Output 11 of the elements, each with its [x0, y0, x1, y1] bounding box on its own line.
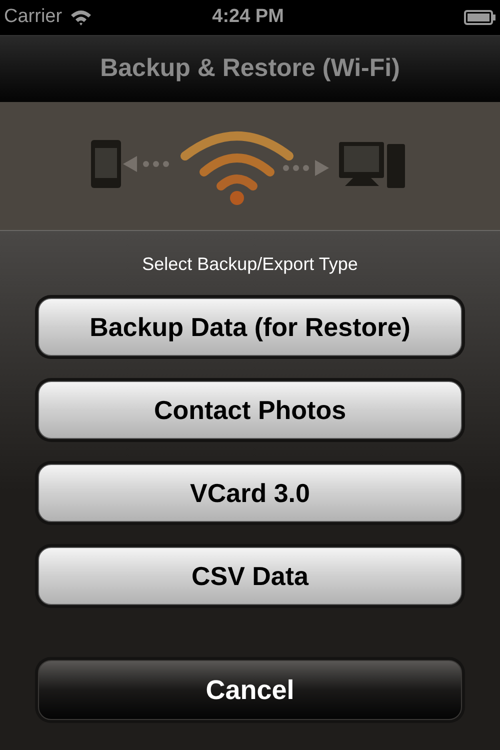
sheet-title: Select Backup/Export Type	[142, 253, 358, 276]
option-button[interactable]: Contact Photos	[38, 381, 462, 439]
cancel-button[interactable]: Cancel	[38, 660, 462, 720]
battery-icon	[464, 10, 496, 25]
carrier-label: Carrier	[4, 5, 62, 30]
clock-time: 4:24 PM	[212, 5, 285, 30]
option-button[interactable]: Backup Data (for Restore)	[38, 298, 462, 356]
wifi-icon	[70, 9, 92, 26]
option-button[interactable]: VCard 3.0	[38, 464, 462, 522]
nav-title: Backup & Restore (Wi-Fi)	[100, 53, 400, 84]
option-button[interactable]: CSV Data	[38, 547, 462, 605]
